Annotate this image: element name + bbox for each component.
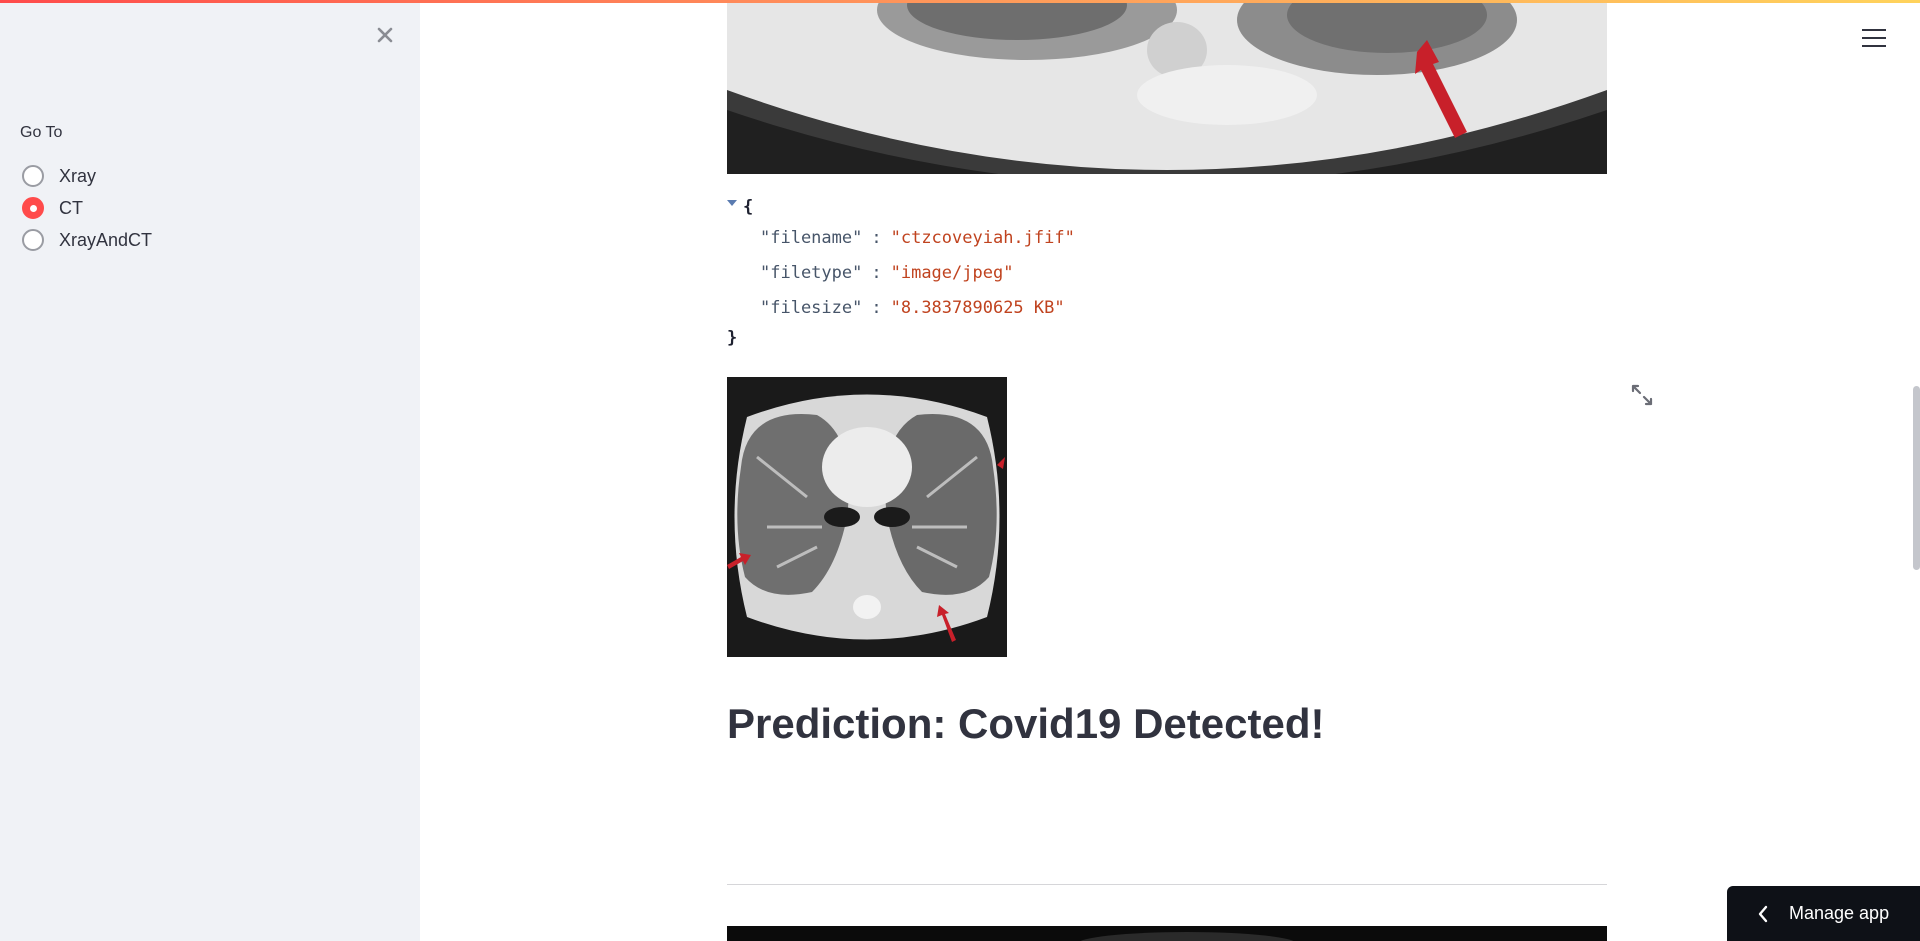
json-key: "filesize" (760, 297, 863, 318)
radio-option-xray[interactable]: Xray (22, 160, 152, 192)
collapse-caret-icon[interactable] (727, 200, 737, 206)
json-key: "filetype" (760, 262, 863, 283)
json-close-brace: } (727, 328, 738, 348)
uploaded-ct-scan-image (727, 377, 1007, 657)
json-open-line: { (727, 194, 1607, 220)
hamburger-line (1862, 29, 1886, 31)
ct-scan-image-previous (727, 0, 1607, 174)
json-value: "8.3837890625 KB" (890, 297, 1065, 318)
section-divider (727, 884, 1607, 885)
json-colon: : (871, 227, 882, 248)
radio-label-xray: Xray (59, 165, 97, 186)
json-value: "image/jpeg" (890, 262, 1014, 283)
next-image-preview (727, 926, 1607, 941)
hamburger-line (1862, 45, 1886, 47)
radio-label-xrayandct: XrayAndCT (59, 229, 153, 250)
hamburger-menu-button[interactable] (1862, 26, 1886, 50)
radio-option-xrayandct[interactable]: XrayAndCT (22, 224, 152, 256)
json-close-line: } (727, 325, 1607, 351)
radio-label-ct: CT (59, 197, 83, 218)
radio-button-ct[interactable] (22, 197, 44, 219)
manage-app-button[interactable]: Manage app (1727, 886, 1920, 941)
radio-button-xrayandct[interactable] (22, 229, 44, 251)
json-open-brace: { (743, 197, 754, 217)
fullscreen-expand-icon[interactable] (1630, 383, 1654, 407)
json-colon: : (871, 297, 882, 318)
manage-app-label: Manage app (1789, 903, 1890, 923)
page-scrollbar-thumb[interactable] (1913, 386, 1920, 570)
json-colon: : (871, 262, 882, 283)
navigation-radio-group: Xray CT XrayAndCT (22, 160, 152, 256)
json-row-filetype: "filetype" : "image/jpeg" (727, 255, 1607, 290)
json-row-filesize: "filesize" : "8.3837890625 KB" (727, 290, 1607, 325)
json-value: "ctzcoveyiah.jfif" (890, 227, 1075, 248)
radio-button-xray[interactable] (22, 165, 44, 187)
close-icon (377, 27, 393, 43)
sidebar: Go To Xray CT XrayAndCT (0, 0, 420, 941)
close-sidebar-button[interactable] (370, 20, 400, 50)
go-to-label: Go To (20, 124, 63, 141)
radio-option-ct[interactable]: CT (22, 192, 152, 224)
top-decoration-bar (0, 0, 1920, 3)
json-row-filename: "filename" : "ctzcoveyiah.jfif" (727, 220, 1607, 255)
hamburger-line (1862, 37, 1886, 39)
prediction-result-heading: Prediction: Covid19 Detected! (727, 700, 1325, 747)
file-info-json: { "filename" : "ctzcoveyiah.jfif" "filet… (727, 194, 1607, 351)
chevron-left-icon (1758, 905, 1768, 922)
json-key: "filename" (760, 227, 863, 248)
